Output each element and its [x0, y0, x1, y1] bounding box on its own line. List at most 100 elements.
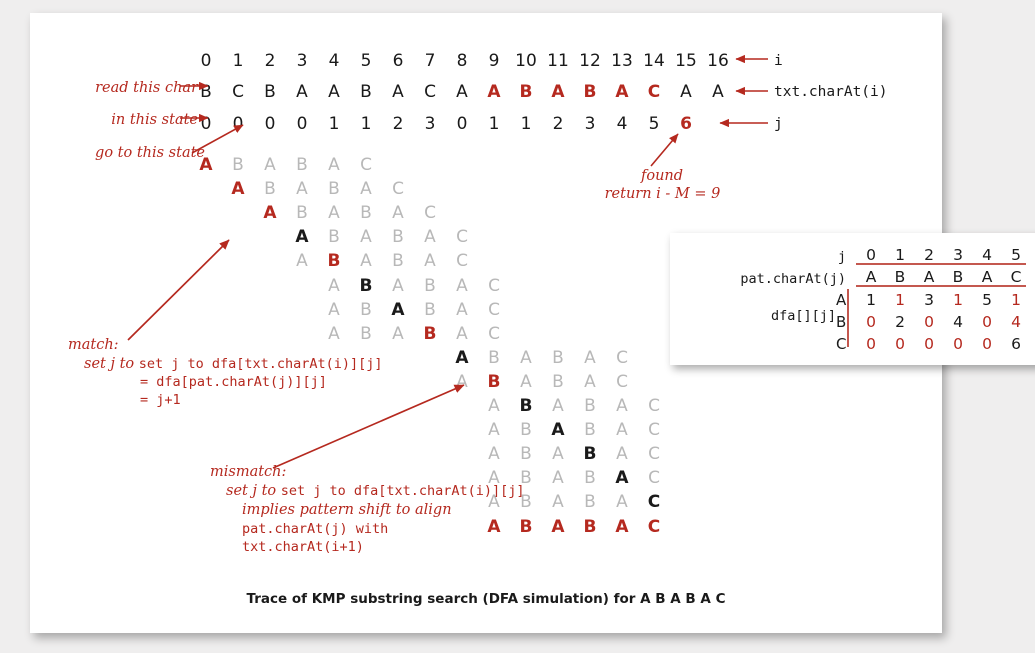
index-cell: 5 — [360, 51, 372, 71]
index-cell: 10 — [515, 51, 537, 71]
dfa-value-cell: 0 — [866, 335, 876, 353]
trace-cell: A — [199, 155, 213, 175]
trace-cell: B — [327, 251, 341, 272]
trace-cell: A — [360, 227, 372, 248]
trace-cell: A — [424, 251, 436, 272]
trace-cell: A — [456, 323, 468, 344]
dfa-value-cell: 0 — [924, 313, 934, 331]
annotation-in-this-state: in this state — [111, 112, 198, 128]
dfa-value-cell: 2 — [895, 313, 905, 331]
dfa-value-cell: 0 — [924, 335, 934, 353]
state-cell: 1 — [360, 114, 372, 134]
text-char-cell: A — [551, 82, 565, 102]
dfa-pattern-cell: C — [1010, 268, 1022, 286]
text-char-cell: B — [519, 82, 533, 102]
state-cell: 4 — [616, 114, 628, 134]
text-char-cell: C — [424, 82, 436, 102]
trace-cell: B — [519, 516, 533, 537]
dfa-value-cell: 0 — [953, 335, 963, 353]
state-cell: 3 — [584, 114, 596, 134]
text-char-cell: A — [328, 82, 340, 102]
dfa-value-cell: 0 — [982, 335, 992, 353]
trace-cell: B — [584, 396, 596, 416]
dfa-value-cell: 3 — [924, 291, 934, 309]
text-char-cell: A — [712, 82, 724, 102]
trace-cell: A — [456, 371, 468, 392]
trace-cell: A — [488, 444, 500, 465]
text-char-cell: B — [583, 82, 597, 102]
trace-cell: A — [328, 155, 340, 175]
text-char-cell: A — [615, 82, 629, 102]
trace-cell: B — [584, 420, 596, 441]
trace-cell: B — [552, 371, 564, 392]
dfa-alphabet-label: A — [836, 291, 847, 309]
trace-cell: A — [551, 420, 565, 441]
trace-cell: B — [487, 371, 501, 392]
trace-cell: A — [488, 492, 500, 513]
index-cell: 4 — [328, 51, 340, 71]
dfa-j-cell: 4 — [982, 246, 992, 264]
trace-cell: A — [552, 396, 564, 416]
trace-cell: A — [264, 155, 276, 175]
arrow-found — [650, 133, 679, 167]
state-cell: 1 — [520, 114, 532, 134]
text-char-cell: B — [264, 82, 276, 102]
dfa-alphabet-label: B — [836, 313, 847, 331]
index-cell: 7 — [424, 51, 436, 71]
label-j: j — [774, 116, 783, 132]
trace-cell: A — [455, 347, 469, 368]
trace-cell: A — [328, 299, 340, 320]
trace-cell: A — [616, 492, 628, 513]
trace-cell: B — [392, 251, 404, 272]
text-char-cell: C — [647, 82, 661, 102]
annotation-match-line-3: = j+1 — [140, 392, 181, 408]
dfa-label-dfa-array: dfa[][j] — [770, 308, 836, 324]
state-cell: 0 — [296, 114, 308, 134]
dfa-value-cell: 1 — [953, 291, 963, 309]
state-cell: 6 — [680, 114, 692, 134]
annotation-mismatch-line-2: implies pattern shift to align — [242, 502, 452, 518]
state-cell: 2 — [552, 114, 564, 134]
trace-cell: B — [520, 468, 532, 489]
index-cell: 13 — [611, 51, 633, 71]
trace-cell: C — [456, 251, 468, 272]
text-char-cell: A — [487, 82, 501, 102]
trace-cell: B — [584, 468, 596, 489]
trace-cell: A — [584, 371, 596, 392]
trace-cell: A — [392, 203, 404, 224]
index-cell: 6 — [392, 51, 404, 71]
dfa-value-cell: 1 — [895, 291, 905, 309]
trace-cell: A — [584, 347, 596, 368]
trace-cell: B — [360, 299, 372, 320]
trace-cell: A — [391, 299, 405, 320]
trace-cell: B — [328, 227, 340, 248]
trace-cell: B — [296, 155, 308, 175]
trace-cell: C — [488, 299, 500, 320]
dfa-rule-vertical — [847, 289, 849, 347]
trace-cell: B — [584, 492, 596, 513]
trace-cell: A — [456, 275, 468, 296]
trace-cell: C — [616, 347, 628, 368]
dfa-pattern-cell: A — [865, 268, 877, 286]
dfa-value-cell: 0 — [982, 313, 992, 331]
state-cell: 0 — [232, 114, 244, 134]
text-char-cell: A — [392, 82, 404, 102]
state-cell: 3 — [424, 114, 436, 134]
trace-cell: B — [392, 227, 404, 248]
dfa-value-cell: 4 — [953, 313, 963, 331]
trace-cell: A — [296, 179, 308, 200]
index-cell: 15 — [675, 51, 697, 71]
trace-cell: A — [456, 299, 468, 320]
trace-cell: A — [488, 420, 500, 441]
dfa-value-cell: 1 — [1011, 291, 1021, 309]
annotation-return-text: return i - M = 9 — [604, 186, 721, 202]
dfa-pattern-cell: B — [894, 268, 906, 286]
trace-cell: B — [520, 444, 532, 465]
annotation-go-to-this-state: go to this state — [95, 145, 205, 161]
annotation-match-line-1: set j to set j to dfa[txt.charAt(i)][j] — [84, 356, 383, 372]
trace-cell: A — [360, 179, 372, 200]
dfa-j-cell: 2 — [924, 246, 934, 264]
dfa-j-cell: 1 — [895, 246, 905, 264]
trace-cell: A — [616, 420, 628, 441]
trace-cell: C — [648, 420, 660, 441]
